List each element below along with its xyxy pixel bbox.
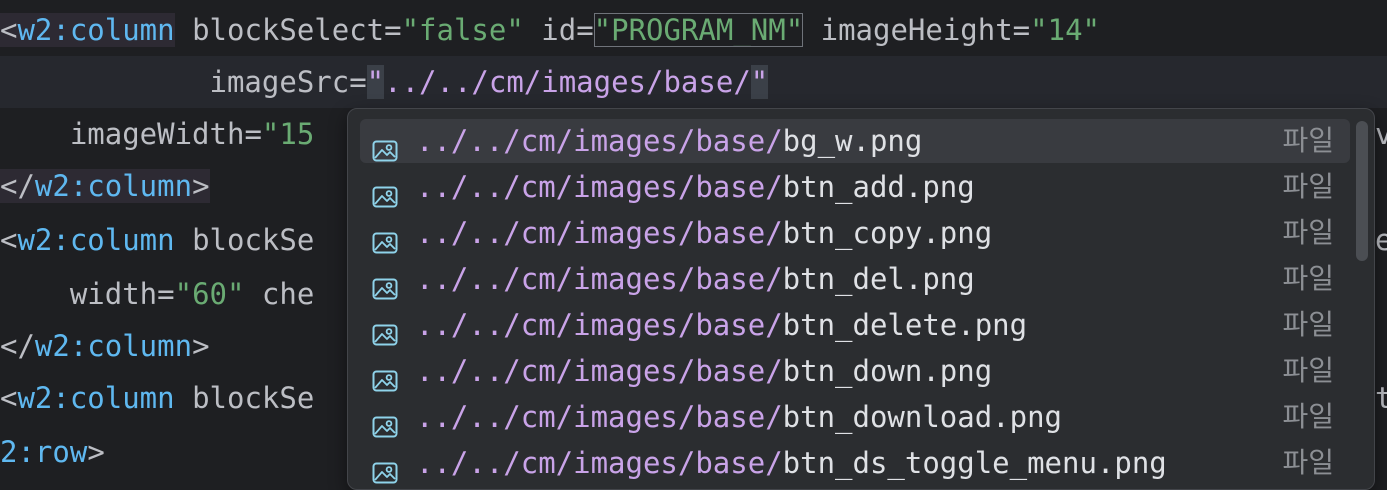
completion-item-prefix: ../../cm/images/base/ <box>416 216 783 250</box>
completion-item-filename: btn_down.png <box>782 354 993 388</box>
code-line-4[interactable]: </w2:column> <box>0 160 210 212</box>
code-line-1[interactable]: <w2:column blockSelect="false" id="PROGR… <box>0 4 1100 56</box>
completion-item-kind: 파일 <box>1282 308 1334 341</box>
image-file-icon <box>372 452 398 484</box>
completion-item[interactable]: ../../cm/images/base/btn_copy.png 파일 <box>360 211 1350 255</box>
code-line-3[interactable]: imageWidth="15 <box>0 108 314 160</box>
completion-item-kind: 파일 <box>1282 400 1334 433</box>
completion-item-prefix: ../../cm/images/base/ <box>416 170 783 204</box>
code-line-8-overflow: t <box>1375 381 1387 415</box>
completion-item-prefix: ../../cm/images/base/ <box>416 400 783 434</box>
completion-item[interactable]: ../../cm/images/base/btn_add.png 파일 <box>360 165 1350 209</box>
completion-item-kind: 파일 <box>1282 354 1334 387</box>
completion-item-kind: 파일 <box>1282 170 1334 203</box>
completion-item-prefix: ../../cm/images/base/ <box>416 124 783 158</box>
completion-item-kind: 파일 <box>1282 216 1334 249</box>
matched-value-highlight: "PROGRAM_NM" <box>593 13 804 47</box>
image-file-icon <box>372 222 398 254</box>
image-file-icon <box>372 360 398 392</box>
completion-item-filename: btn_del.png <box>782 262 975 296</box>
completion-item[interactable]: ../../cm/images/base/btn_ds_toggle_menu.… <box>360 441 1350 485</box>
code-line-9[interactable]: 2:row> <box>0 426 105 478</box>
completion-item-filename: btn_delete.png <box>782 308 1028 342</box>
image-file-icon <box>372 176 398 208</box>
completion-item-filename: btn_download.png <box>782 400 1063 434</box>
completion-scrollbar[interactable] <box>1356 121 1368 261</box>
image-file-icon <box>372 268 398 300</box>
completion-item-prefix: ../../cm/images/base/ <box>416 354 783 388</box>
code-line-5[interactable]: <w2:column blockSe <box>0 214 314 266</box>
image-file-icon <box>372 406 398 438</box>
image-file-icon <box>372 130 398 162</box>
completion-item-kind: 파일 <box>1282 124 1334 157</box>
completion-item-kind: 파일 <box>1282 262 1334 295</box>
completion-item-filename: btn_ds_toggle_menu.png <box>782 446 1167 480</box>
completion-item[interactable]: ../../cm/images/base/btn_down.png 파일 <box>360 349 1350 393</box>
completion-item-filename: btn_add.png <box>782 170 975 204</box>
completion-item-filename: bg_w.png <box>782 124 923 158</box>
code-line-3-overflow: v <box>1375 117 1387 151</box>
completion-item-prefix: ../../cm/images/base/ <box>416 446 783 480</box>
code-line-7[interactable]: </w2:column> <box>0 320 210 372</box>
code-line-2-current[interactable]: imageSrc="../../cm/images/base/" <box>0 56 1387 108</box>
image-file-icon <box>372 314 398 346</box>
completion-item-kind: 파일 <box>1282 446 1334 479</box>
code-line-5-overflow: e <box>1375 223 1387 257</box>
code-line-6[interactable]: width="60" che <box>0 268 314 320</box>
completion-item[interactable]: ../../cm/images/base/btn_download.png 파일 <box>360 395 1350 439</box>
completion-item-prefix: ../../cm/images/base/ <box>416 308 783 342</box>
completion-item-prefix: ../../cm/images/base/ <box>416 262 783 296</box>
completion-item[interactable]: ../../cm/images/base/bg_w.png 파일 <box>360 119 1350 163</box>
completion-item[interactable]: ../../cm/images/base/btn_del.png 파일 <box>360 257 1350 301</box>
text-caret-quote: " <box>750 65 769 99</box>
completion-item-filename: btn_copy.png <box>782 216 993 250</box>
code-line-8[interactable]: <w2:column blockSe <box>0 372 314 424</box>
completion-item[interactable]: ../../cm/images/base/btn_delete.png 파일 <box>360 303 1350 347</box>
completion-popup[interactable]: ../../cm/images/base/bg_w.png 파일 ../../cm/… <box>347 108 1375 490</box>
